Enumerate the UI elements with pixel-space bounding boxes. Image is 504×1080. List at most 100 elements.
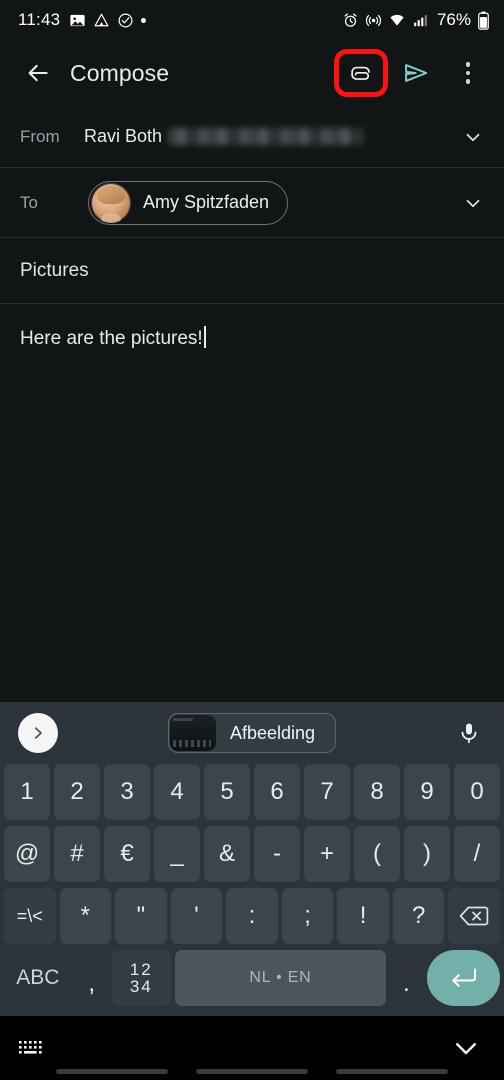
key-at[interactable]: @ [4,826,50,882]
status-system-icons: 76% [342,10,490,30]
recipient-chip[interactable]: Amy Spitzfaden [88,180,289,225]
key-space[interactable]: NL • EN [174,950,387,1006]
status-bar: 11:43 76% [0,0,504,40]
key-comma[interactable]: , [76,950,108,1006]
switch-keyboard-button[interactable] [18,1033,52,1063]
send-button[interactable] [392,49,440,97]
navigation-bar [0,1016,504,1080]
backspace-icon [459,904,489,928]
subject-input[interactable]: Pictures [20,260,89,282]
key-0[interactable]: 0 [454,764,500,820]
avatar [91,182,131,223]
key-5[interactable]: 5 [204,764,250,820]
key-8[interactable]: 8 [354,764,400,820]
app-bar: Compose [0,40,504,106]
key-colon[interactable]: : [226,888,278,944]
microphone-icon [457,721,481,745]
key-abc-layout[interactable]: ABC [4,950,72,1006]
chevron-down-icon [451,1033,481,1063]
chevron-right-icon [29,724,47,742]
key-single-quote[interactable]: ' [170,888,223,944]
page-title: Compose [70,59,170,86]
key-9[interactable]: 9 [404,764,450,820]
key-semicolon[interactable]: ; [281,888,334,944]
key-2[interactable]: 2 [54,764,100,820]
gesture-hint-bars [0,1069,504,1074]
enter-icon [448,965,478,991]
numeric-top: 12 [129,959,153,979]
battery-icon [477,11,490,30]
clipboard-suggestion-chip[interactable]: Afbeelding [167,713,337,753]
key-period[interactable]: . [390,950,422,1006]
from-label: From [20,126,60,146]
key-1[interactable]: 1 [4,764,50,820]
on-screen-keyboard: Afbeelding 1 2 3 4 5 6 7 8 9 0 @ # € _ &… [0,702,504,1016]
key-3[interactable]: 3 [104,764,150,820]
key-more-symbols[interactable]: =\< [3,888,56,944]
body-input[interactable]: Here are the pictures! [0,304,504,702]
check-circle-icon [117,12,134,29]
battery-percent-label: 76% [436,10,471,29]
from-field-row[interactable]: From Ravi Both [0,106,504,168]
signal-icon [412,12,429,29]
from-email-redacted [168,128,364,145]
suggestion-strip: Afbeelding [0,702,504,764]
voice-input-button[interactable] [452,716,486,750]
keyboard-icon [18,1038,48,1058]
numeric-layout-glyph: 12 34 [129,959,153,996]
key-4[interactable]: 4 [154,764,200,820]
back-arrow-icon [25,60,51,86]
keyboard-row-symbols: @ # € _ & - + ( ) / [0,826,504,882]
key-hash[interactable]: # [54,826,100,882]
key-exclamation[interactable]: ! [337,888,389,944]
drive-icon [93,12,110,29]
text-caret [203,326,206,348]
recipient-name: Amy Spitzfaden [143,192,270,212]
chevron-down-icon [462,192,484,214]
dot-icon [141,17,147,23]
back-button[interactable] [16,51,60,95]
keyboard-row-punctuation: =\< * " ' : ; ! ? [0,888,504,944]
key-underscore[interactable]: _ [154,826,200,882]
key-6[interactable]: 6 [254,764,300,820]
to-expand-button[interactable] [458,188,488,218]
key-euro[interactable]: € [104,826,150,882]
app-bar-actions [334,49,492,97]
suggestion-thumbnail [169,715,216,751]
key-paren-close[interactable]: ) [404,826,450,882]
chevron-down-icon [462,126,484,148]
overflow-menu-button[interactable] [444,49,492,97]
key-7[interactable]: 7 [304,764,350,820]
key-question[interactable]: ? [392,888,445,944]
subject-field-row[interactable]: Pictures [0,238,504,304]
paperclip-icon [349,61,374,86]
key-backspace[interactable] [448,888,501,944]
key-ampersand[interactable]: & [204,826,250,882]
key-double-quote[interactable]: " [115,888,167,944]
keyboard-row-bottom: ABC , 12 34 NL • EN . [0,950,504,1006]
key-slash[interactable]: / [454,826,500,882]
expand-suggestions-button[interactable] [18,713,58,753]
key-enter[interactable] [426,950,501,1006]
attach-button[interactable] [334,49,388,97]
status-clock: 11:43 [18,10,61,29]
key-numeric-layout[interactable]: 12 34 [111,950,171,1006]
key-asterisk[interactable]: * [59,888,112,944]
more-vert-icon [465,62,471,84]
keyboard-row-numbers: 1 2 3 4 5 6 7 8 9 0 [0,764,504,820]
to-field-row[interactable]: To Amy Spitzfaden [0,168,504,238]
numeric-bottom: 34 [129,977,153,996]
key-plus[interactable]: + [304,826,350,882]
key-minus[interactable]: - [254,826,300,882]
hotspot-icon [365,12,382,29]
photos-icon [69,12,86,29]
alarm-icon [342,12,359,29]
wifi-icon [388,12,406,29]
from-expand-button[interactable] [458,122,488,152]
to-label: To [20,192,38,212]
suggestion-label: Afbeelding [229,722,316,743]
key-paren-open[interactable]: ( [354,826,400,882]
hide-keyboard-button[interactable] [446,1028,486,1068]
from-account-name: Ravi Both [84,126,163,146]
body-text: Here are the pictures! [20,328,203,349]
